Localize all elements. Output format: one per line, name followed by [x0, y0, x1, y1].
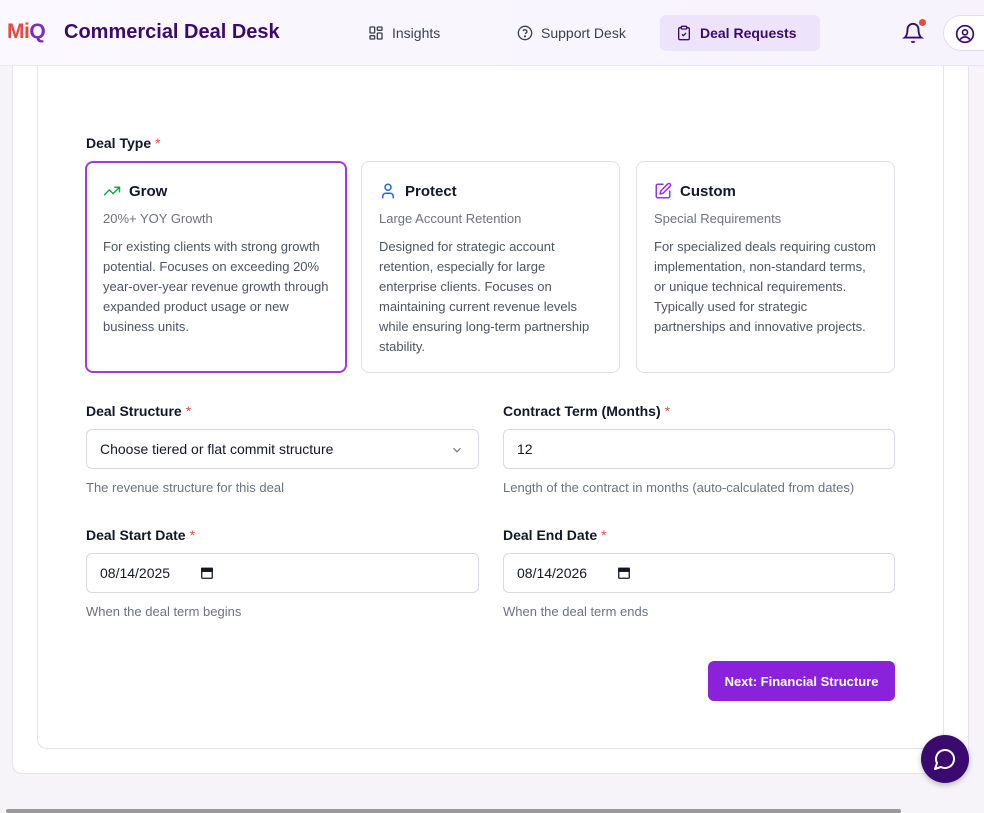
deal-type-protect-card[interactable]: Protect Large Account Retention Designed…: [361, 161, 620, 373]
end-date-input[interactable]: 08/14/2026: [503, 553, 895, 593]
nav-deal-requests[interactable]: Deal Requests: [660, 15, 820, 51]
deal-type-subtitle: Large Account Retention: [379, 211, 522, 226]
end-date-value: 08/14/2026: [517, 565, 588, 581]
miq-logo[interactable]: MiQ: [7, 20, 46, 44]
chat-bubble-icon: [934, 749, 955, 770]
deal-structure-hint: The revenue structure for this deal: [86, 480, 284, 495]
start-date-label: Deal Start Date *: [86, 527, 196, 543]
deal-structure-placeholder: Choose tiered or flat commit structure: [100, 441, 334, 457]
deal-type-label: Deal Type *: [86, 135, 161, 151]
start-date-value: 08/14/2025: [100, 565, 171, 581]
nav-support-desk[interactable]: Support Desk: [501, 15, 642, 51]
nav-support-label: Support Desk: [541, 25, 626, 41]
contract-term-hint: Length of the contract in months (auto-c…: [503, 480, 855, 495]
deal-type-description: For existing clients with strong growth …: [103, 239, 329, 334]
end-date-hint: When the deal term ends: [503, 604, 649, 619]
deal-type-name: Grow: [129, 182, 168, 200]
top-navbar: MiQ Commercial Deal Desk Insights Suppor…: [0, 0, 984, 66]
nav-deal-requests-label: Deal Requests: [700, 25, 797, 41]
trending-up-icon: [103, 186, 121, 196]
deal-structure-select[interactable]: Choose tiered or flat commit structure: [86, 429, 479, 469]
calendar-icon[interactable]: [200, 566, 214, 580]
deal-type-name: Protect: [405, 182, 457, 200]
deal-type-subtitle: 20%+ YOY Growth: [103, 211, 213, 226]
deal-type-description: For specialized deals requiring custom i…: [654, 239, 876, 334]
chat-button[interactable]: [921, 735, 969, 783]
next-financial-structure-button[interactable]: Next: Financial Structure: [708, 661, 895, 701]
user-menu-button[interactable]: [943, 15, 984, 51]
help-circle-icon: [517, 25, 533, 41]
deal-type-description: Designed for strategic account retention…: [379, 239, 590, 354]
end-date-label: Deal End Date *: [503, 527, 607, 543]
chevron-down-icon: [453, 447, 461, 453]
deal-structure-label: Deal Structure *: [86, 403, 192, 419]
grid-icon: [369, 26, 383, 40]
user-icon: [382, 183, 394, 199]
calendar-icon[interactable]: [617, 566, 631, 580]
contract-term-value: 12: [517, 441, 533, 457]
user-circle-icon: [955, 24, 975, 44]
deal-type-custom-card[interactable]: Custom Special Requirements For speciali…: [636, 161, 895, 373]
nav-insights-label: Insights: [392, 25, 441, 41]
start-date-hint: When the deal term begins: [86, 604, 242, 619]
start-date-input[interactable]: 08/14/2025: [86, 553, 479, 593]
app-title: Commercial Deal Desk: [64, 21, 280, 43]
horizontal-scrollbar[interactable]: [6, 809, 901, 813]
contract-term-input[interactable]: 12: [503, 429, 895, 469]
notification-badge: [919, 19, 926, 26]
clipboard-icon: [678, 25, 690, 41]
contract-term-label: Contract Term (Months) *: [503, 403, 671, 419]
nav-insights[interactable]: Insights: [352, 15, 456, 51]
deal-type-subtitle: Special Requirements: [654, 211, 782, 226]
edit-icon: [655, 182, 672, 199]
deal-type-name: Custom: [680, 182, 736, 200]
deal-type-grow-card[interactable]: Grow 20%+ YOY Growth For existing client…: [85, 161, 347, 373]
